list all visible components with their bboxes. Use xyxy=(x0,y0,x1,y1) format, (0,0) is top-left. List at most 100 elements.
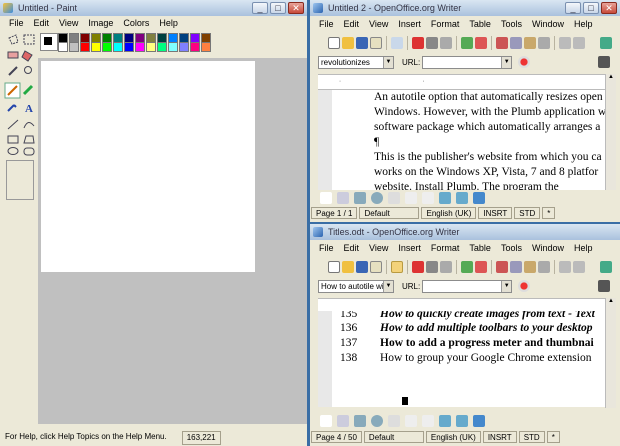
menu-edit[interactable]: Edit xyxy=(339,17,365,31)
copy-icon[interactable] xyxy=(510,261,522,273)
menu-tools[interactable]: Tools xyxy=(496,241,527,255)
menu-help[interactable]: Help xyxy=(569,17,598,31)
binoculars-icon[interactable] xyxy=(598,56,610,68)
ellipse-icon[interactable] xyxy=(371,192,383,204)
export-pdf-icon[interactable] xyxy=(412,37,424,49)
minimize-button[interactable]: _ xyxy=(252,2,268,14)
palette-swatch[interactable] xyxy=(146,42,156,52)
menu-view[interactable]: View xyxy=(54,16,83,30)
menu-edit[interactable]: Edit xyxy=(29,16,55,30)
writer2-titlebar[interactable]: Titles.odt - OpenOffice.org Writer xyxy=(310,224,620,240)
menu-window[interactable]: Window xyxy=(527,17,569,31)
select-arrow-icon[interactable] xyxy=(320,415,332,427)
format-paintbrush-icon[interactable] xyxy=(538,261,550,273)
brush-size-box[interactable] xyxy=(6,160,34,200)
spellcheck-icon[interactable] xyxy=(461,261,473,273)
textbox-icon[interactable] xyxy=(405,415,417,427)
autospell-icon[interactable] xyxy=(475,37,487,49)
palette-swatch[interactable] xyxy=(135,42,145,52)
palette-swatch[interactable] xyxy=(91,42,101,52)
close-button[interactable]: ✕ xyxy=(601,2,617,14)
paste-icon[interactable] xyxy=(524,37,536,49)
menu-file[interactable]: File xyxy=(4,16,29,30)
writer2-vscrollbar[interactable]: ▲ xyxy=(605,298,616,408)
freeform-icon[interactable] xyxy=(388,192,400,204)
spellcheck-icon[interactable] xyxy=(461,37,473,49)
menu-table[interactable]: Table xyxy=(464,17,496,31)
rectangle-icon[interactable] xyxy=(354,192,366,204)
menu-format[interactable]: Format xyxy=(426,241,465,255)
redo-icon[interactable] xyxy=(573,261,585,273)
arrows-icon[interactable] xyxy=(456,415,468,427)
line-icon[interactable] xyxy=(337,415,349,427)
palette-swatch[interactable] xyxy=(69,42,79,52)
undo-icon[interactable] xyxy=(559,37,571,49)
save-icon[interactable] xyxy=(356,261,368,273)
edit-file-icon[interactable] xyxy=(391,37,403,49)
maximize-button[interactable]: □ xyxy=(270,2,286,14)
palette-swatch[interactable] xyxy=(190,42,200,52)
email-icon[interactable] xyxy=(370,37,382,49)
print-icon[interactable] xyxy=(426,37,438,49)
arrows-icon[interactable] xyxy=(456,192,468,204)
palette-swatch[interactable] xyxy=(124,42,134,52)
close-button[interactable]: ✕ xyxy=(288,2,304,14)
url-input[interactable]: ▼ xyxy=(422,279,513,293)
writer1-titlebar[interactable]: Untitled 2 - OpenOffice.org Writer _ □ ✕ xyxy=(310,0,620,16)
menu-image[interactable]: Image xyxy=(83,16,118,30)
menu-file[interactable]: File xyxy=(314,241,339,255)
paint-titlebar[interactable]: Untitled - Paint _ □ ✕ xyxy=(0,0,307,16)
menu-tools[interactable]: Tools xyxy=(496,17,527,31)
menu-format[interactable]: Format xyxy=(426,17,465,31)
textbox-icon[interactable] xyxy=(405,192,417,204)
print-icon[interactable] xyxy=(426,261,438,273)
palette-swatch[interactable] xyxy=(157,42,167,52)
menu-help[interactable]: Help xyxy=(154,16,183,30)
autospell-icon[interactable] xyxy=(475,261,487,273)
menu-view[interactable]: View xyxy=(364,17,393,31)
menu-insert[interactable]: Insert xyxy=(393,17,426,31)
palette-swatch[interactable] xyxy=(80,42,90,52)
star-icon[interactable] xyxy=(473,415,485,427)
shapes-icon[interactable] xyxy=(439,415,451,427)
shapes-icon[interactable] xyxy=(439,192,451,204)
current-colors[interactable] xyxy=(40,33,58,51)
menu-table[interactable]: Table xyxy=(464,241,496,255)
email-icon[interactable] xyxy=(370,261,382,273)
open-folder-icon[interactable] xyxy=(342,261,354,273)
navigator-icon[interactable] xyxy=(600,37,612,49)
url-input[interactable]: ▼ xyxy=(422,55,513,69)
palette-swatch[interactable] xyxy=(102,42,112,52)
print-preview-icon[interactable] xyxy=(440,261,452,273)
menu-file[interactable]: File xyxy=(314,17,339,31)
writer1-document[interactable]: An autotile option that automatically re… xyxy=(318,90,606,190)
paste-icon[interactable] xyxy=(524,261,536,273)
undo-icon[interactable] xyxy=(559,261,571,273)
menu-insert[interactable]: Insert xyxy=(393,241,426,255)
edit-file-icon[interactable] xyxy=(391,261,403,273)
record-icon[interactable] xyxy=(518,56,531,68)
print-preview-icon[interactable] xyxy=(440,37,452,49)
palette-swatch[interactable] xyxy=(58,42,68,52)
menu-view[interactable]: View xyxy=(364,241,393,255)
ellipse-icon[interactable] xyxy=(371,415,383,427)
find-input[interactable]: revolutionizes ▼ xyxy=(318,55,394,69)
paint-canvas[interactable] xyxy=(41,61,255,272)
new-doc-icon[interactable] xyxy=(328,37,340,49)
writer1-vscrollbar[interactable]: ▲ xyxy=(605,74,616,190)
palette-swatch[interactable] xyxy=(168,42,178,52)
new-doc-icon[interactable] xyxy=(328,261,340,273)
maximize-button[interactable]: □ xyxy=(583,2,599,14)
menu-edit[interactable]: Edit xyxy=(339,241,365,255)
palette-swatch[interactable] xyxy=(201,42,211,52)
rectangle-icon[interactable] xyxy=(354,415,366,427)
select-arrow-icon[interactable] xyxy=(320,192,332,204)
export-pdf-icon[interactable] xyxy=(412,261,424,273)
star-icon[interactable] xyxy=(473,192,485,204)
binoculars-icon[interactable] xyxy=(598,280,610,292)
menu-help[interactable]: Help xyxy=(569,241,598,255)
minimize-button[interactable]: _ xyxy=(565,2,581,14)
callout-icon[interactable] xyxy=(422,415,434,427)
find-input[interactable]: How to autotile windo ▼ xyxy=(318,279,394,293)
copy-icon[interactable] xyxy=(510,37,522,49)
